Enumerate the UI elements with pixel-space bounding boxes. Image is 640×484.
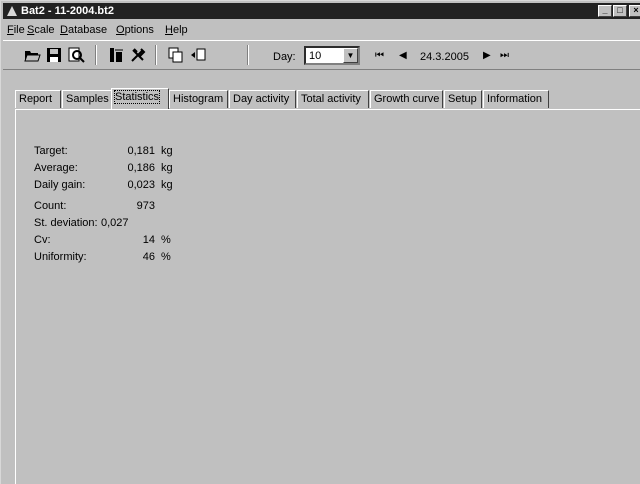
menu-file[interactable]: File [7, 24, 25, 36]
target-value: 0,181 [127, 145, 155, 157]
toolbar-separator [95, 45, 97, 65]
st-deviation-label: St. deviation: [34, 217, 98, 229]
uniformity-unit: % [161, 251, 171, 263]
cv-unit: % [161, 234, 171, 246]
tab-histogram-label: Histogram [173, 93, 224, 105]
maximize-button[interactable]: □ [613, 5, 627, 17]
daily-gain-label: Daily gain: [34, 179, 86, 191]
tab-statistics[interactable]: Statistics [111, 88, 169, 109]
target-unit: kg [161, 145, 173, 157]
menu-options-label: ptions [124, 24, 154, 36]
copy-icon[interactable] [167, 46, 185, 64]
tab-statistics-label: Statistics [113, 90, 161, 104]
tab-setup[interactable]: Setup [444, 90, 482, 108]
day-select-value: 10 [309, 50, 322, 62]
tab-information-label: Information [487, 93, 543, 105]
menu-database-mnemonic: D [60, 24, 68, 36]
window-title: Bat2 - 11-2004.bt2 [21, 5, 114, 17]
minimize-button[interactable]: _ [598, 5, 612, 17]
tab-growth-curve-label: Growth curve [374, 93, 440, 105]
tab-setup-label: Setup [448, 93, 477, 105]
last-day-button[interactable]: ⏭ [500, 50, 509, 61]
open-icon[interactable] [23, 46, 41, 64]
menu-scale[interactable]: Scale [27, 24, 55, 36]
menu-help-mnemonic: H [165, 24, 173, 36]
tab-samples[interactable]: Samples [62, 90, 112, 108]
day-label: Day: [273, 51, 296, 63]
toolbar: Day: 10 ▼ ⏮ ◀ 24.3.2005 ▶ ⏭ [3, 40, 640, 70]
save-icon[interactable] [45, 46, 63, 64]
tab-total-activity[interactable]: Total activity [297, 90, 369, 108]
chevron-down-icon[interactable]: ▼ [343, 48, 358, 63]
daily-gain-value: 0,023 [127, 179, 155, 191]
menu-options[interactable]: Options [116, 24, 154, 36]
tab-report[interactable]: Report [15, 90, 61, 108]
tab-histogram[interactable]: Histogram [169, 90, 228, 108]
average-unit: kg [161, 162, 173, 174]
day-select[interactable]: 10 ▼ [304, 46, 360, 65]
tab-total-activity-label: Total activity [301, 93, 361, 105]
tab-growth-curve[interactable]: Growth curve [370, 90, 443, 108]
scale-icon[interactable] [107, 46, 125, 64]
menu-scale-label: cale [34, 24, 55, 36]
menu-bar: File Scale Database Options Help [3, 21, 640, 39]
toolbar-separator [155, 45, 157, 65]
title-bar[interactable]: Bat2 - 11-2004.bt2 _ □ × [3, 3, 640, 19]
count-label: Count: [34, 200, 67, 212]
tab-report-label: Report [19, 93, 53, 105]
tab-information[interactable]: Information [483, 90, 549, 108]
tab-samples-label: Samples [66, 93, 109, 105]
tools-icon[interactable] [129, 46, 147, 64]
toolbar-separator [247, 45, 249, 65]
uniformity-value: 46 [142, 251, 155, 263]
paste-icon[interactable] [189, 46, 207, 64]
tab-day-activity-label: Day activity [233, 93, 290, 105]
next-day-button[interactable]: ▶ [483, 50, 491, 61]
close-button[interactable]: × [629, 5, 640, 17]
tab-day-activity[interactable]: Day activity [229, 90, 296, 108]
menu-help[interactable]: Help [165, 24, 188, 36]
st-deviation-value: 0,027 [101, 217, 129, 229]
target-label: Target: [34, 145, 68, 157]
first-day-button[interactable]: ⏮ [375, 50, 384, 61]
app-window: Bat2 - 11-2004.bt2 _ □ × File Scale Data… [0, 0, 640, 484]
average-value: 0,186 [127, 162, 155, 174]
current-date: 24.3.2005 [420, 51, 469, 63]
menu-database-label: atabase [67, 24, 108, 36]
count-value: 973 [136, 200, 155, 212]
app-icon [7, 6, 17, 16]
menu-database[interactable]: Database [60, 24, 107, 36]
cv-value: 14 [142, 234, 155, 246]
average-label: Average: [34, 162, 78, 174]
menu-options-mnemonic: O [116, 24, 125, 36]
cv-label: Cv: [34, 234, 51, 246]
menu-file-mnemonic: F [7, 24, 14, 36]
menu-help-label: elp [172, 24, 188, 36]
print-preview-icon[interactable] [67, 46, 85, 64]
menu-file-label: ile [13, 24, 25, 36]
daily-gain-unit: kg [161, 179, 173, 191]
uniformity-label: Uniformity: [34, 251, 87, 263]
previous-day-button[interactable]: ◀ [399, 50, 407, 61]
